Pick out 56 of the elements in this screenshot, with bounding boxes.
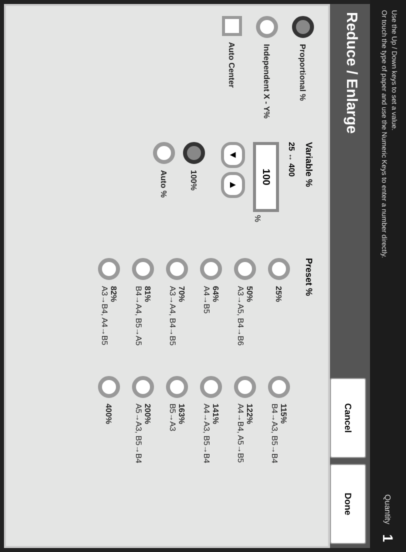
decrease-button[interactable]: ▼ [221, 142, 245, 168]
cancel-button[interactable]: Cancel [330, 378, 366, 458]
percent-label: 64% [211, 286, 220, 304]
option-label: 100% [190, 170, 198, 190]
paper-size-label: A4→B5 [202, 286, 211, 314]
option-label: Independent X - Y% [262, 44, 272, 119]
paper-size-label: B4→A4, B5→A5 [134, 286, 143, 346]
quantity-label: Quantity [384, 494, 392, 524]
percent-label: 82% [109, 286, 118, 304]
percent-label: 25% [274, 286, 284, 302]
percent-label: 163% [177, 404, 186, 426]
radio-button[interactable] [292, 16, 314, 38]
paper-size-label: A3→A5, B4→B6 [236, 286, 245, 346]
paper-size-label: A4→B4, A5→B5 [236, 404, 245, 463]
percent-label: 200% [143, 404, 152, 426]
radio-button[interactable] [234, 258, 256, 280]
radio-button[interactable] [98, 258, 120, 280]
radio-button[interactable] [98, 376, 120, 398]
done-button[interactable]: Done [330, 464, 366, 544]
section-heading: Preset % [304, 258, 314, 298]
percent-label: 115% [279, 404, 288, 426]
radio-button[interactable] [200, 258, 222, 280]
increase-button[interactable]: ▲ [221, 172, 245, 198]
radio-button[interactable] [132, 258, 154, 280]
radio-button[interactable] [268, 376, 290, 398]
radio-button[interactable] [153, 142, 175, 164]
paper-size-label: A3→B4, A4→B5 [100, 286, 109, 346]
radio-button[interactable] [166, 376, 188, 398]
option-label: Auto % [160, 170, 168, 198]
paper-size-label: A3→A4, B4→B5 [168, 286, 177, 346]
screen-title: Reduce / Enlarge [343, 12, 360, 134]
radio-button[interactable] [132, 376, 154, 398]
paper-size-label: A5→A3, B5→B4 [134, 404, 143, 464]
checkbox[interactable] [222, 16, 242, 36]
radio-button[interactable] [234, 376, 256, 398]
radio-button[interactable] [200, 376, 222, 398]
percent-label: 81% [143, 286, 152, 304]
option-label: Proportional % [298, 44, 308, 101]
radio-button[interactable] [183, 142, 205, 164]
percent-field[interactable]: 100 [253, 142, 279, 212]
percent-label: 122% [245, 404, 254, 426]
quantity-value: 1 [380, 534, 396, 542]
unit-label: % [253, 215, 262, 222]
paper-size-label: B4→A3, B5→B4 [270, 404, 279, 464]
paper-size-label: B5→A3 [168, 404, 177, 432]
percent-label: 50% [245, 286, 254, 304]
option-label: Auto Center [228, 42, 236, 88]
percent-label: 70% [177, 286, 186, 304]
radio-button[interactable] [256, 16, 278, 38]
percent-label: 141% [211, 404, 220, 426]
radio-button[interactable] [166, 258, 188, 280]
section-heading: Variable % [304, 142, 314, 188]
percent-label: 400% [104, 404, 114, 424]
range-label: 25 ↔ 400 [287, 142, 296, 177]
radio-button[interactable] [268, 258, 290, 280]
paper-size-label: A4→A3, B5→B4 [202, 404, 211, 464]
